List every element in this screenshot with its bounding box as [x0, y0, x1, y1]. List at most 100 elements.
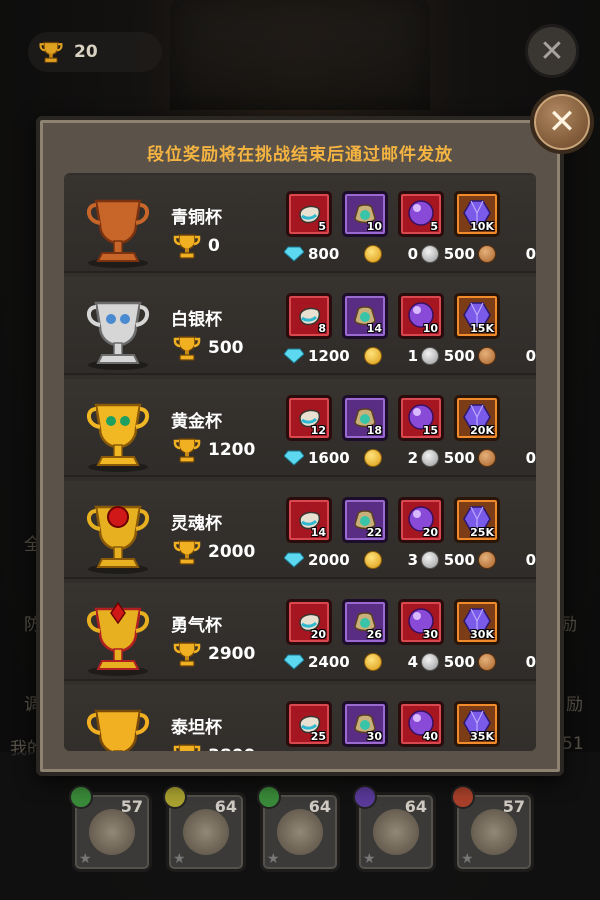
reward-item[interactable]: 20	[286, 599, 332, 645]
star-icon: ★	[173, 851, 186, 867]
reward-item[interactable]: 40	[398, 701, 444, 747]
tier-requirement: 0	[172, 231, 220, 261]
reward-quantity: 15	[422, 424, 438, 437]
hero-slot[interactable]: 57 ★	[451, 785, 534, 872]
reward-item[interactable]: 12	[286, 395, 332, 441]
currency-rewards: 2000 3 500 0	[284, 551, 536, 569]
silver-coin-icon	[421, 245, 439, 263]
trophy-icon	[39, 41, 63, 63]
reward-item[interactable]: 18	[342, 395, 388, 441]
reward-quantity: 30	[366, 730, 382, 743]
trophy-icon	[173, 438, 201, 463]
gold-value: 2	[407, 449, 418, 467]
reward-item[interactable]: 10	[398, 293, 444, 339]
tier-name: 白银杯	[171, 310, 222, 330]
bg-text: 51	[562, 734, 584, 754]
requirement-value: 2900	[208, 644, 256, 664]
reward-item[interactable]: 8	[286, 293, 332, 339]
reward-quantity: 22	[366, 526, 382, 539]
reward-item[interactable]: 20K	[454, 395, 500, 441]
reward-quantity: 8	[318, 322, 326, 335]
reward-item[interactable]: 30	[342, 701, 388, 747]
element-icon	[353, 785, 377, 809]
reward-items: 5 10 5 10K	[286, 191, 500, 237]
bronze-value: 0	[525, 653, 536, 671]
reward-item[interactable]: 22	[342, 497, 388, 543]
soul-cup-icon	[87, 505, 149, 574]
bg-text: 励	[566, 695, 583, 715]
diamond-icon	[284, 552, 304, 568]
reward-item[interactable]: 20	[398, 497, 444, 543]
gold-coin-icon	[364, 551, 382, 569]
reward-item[interactable]: 5	[286, 191, 332, 237]
trophy-icon	[173, 744, 201, 751]
gold-coin-icon	[364, 653, 382, 671]
reward-item[interactable]: 30K	[454, 599, 500, 645]
trophy-icon	[173, 336, 201, 361]
background-close-button[interactable]: ✕	[525, 24, 579, 78]
diamond-icon	[284, 348, 304, 364]
bronze-coin-icon	[478, 245, 496, 263]
reward-quantity: 20K	[470, 424, 494, 437]
tier-row: 勇气杯 2900 20 26 30 30K 2400 4 500 0	[64, 583, 536, 681]
reward-item[interactable]: 10	[342, 191, 388, 237]
silver-coin-icon	[421, 551, 439, 569]
bronze-coin-icon	[478, 653, 496, 671]
bronze-coin-icon	[478, 449, 496, 467]
diamond-value: 2000	[308, 551, 350, 569]
tier-requirement: 2900	[172, 639, 255, 669]
requirement-value: 2000	[208, 542, 256, 562]
tier-requirement: 500	[172, 333, 244, 363]
diamond-value: 2400	[308, 653, 350, 671]
silver-value: 500	[443, 449, 475, 467]
reward-quantity: 14	[366, 322, 382, 335]
silver-coin-icon	[421, 449, 439, 467]
reward-item[interactable]: 30	[398, 599, 444, 645]
bronze-value: 0	[525, 551, 536, 569]
hero-slot[interactable]: 64 ★	[163, 785, 246, 872]
reward-item[interactable]: 5	[398, 191, 444, 237]
currency-rewards: 800 0 500 0	[284, 245, 536, 263]
gold-value: 1	[407, 347, 418, 365]
reward-item[interactable]: 26	[342, 599, 388, 645]
reward-item[interactable]: 14	[342, 293, 388, 339]
tier-list[interactable]: 青铜杯 0 5 10 5 10K 800 0 500 0 白银杯 500 8 14 10 1…	[64, 173, 536, 751]
requirement-value: 500	[208, 338, 244, 358]
reward-item[interactable]: 15	[398, 395, 444, 441]
reward-quantity: 30	[422, 628, 438, 641]
element-icon	[69, 785, 93, 809]
diamond-value: 1200	[308, 347, 350, 365]
bronze-value: 0	[525, 245, 536, 263]
reward-item[interactable]: 35K	[454, 701, 500, 747]
tier-name: 灵魂杯	[171, 514, 222, 534]
reward-quantity: 30K	[470, 628, 494, 641]
close-icon: ✕	[539, 33, 565, 69]
reward-item[interactable]: 14	[286, 497, 332, 543]
reward-item[interactable]: 15K	[454, 293, 500, 339]
reward-item[interactable]: 10K	[454, 191, 500, 237]
reward-quantity: 15K	[470, 322, 494, 335]
requirement-value: 0	[208, 236, 220, 256]
reward-quantity: 18	[366, 424, 382, 437]
star-icon: ★	[267, 851, 280, 867]
hero-slot[interactable]: 57 ★	[69, 785, 152, 872]
tier-name: 泰坦杯	[171, 718, 222, 738]
hero-slot[interactable]: 64 ★	[257, 785, 340, 872]
reward-items: 14 22 20 25K	[286, 497, 500, 543]
hero-level: 57	[502, 797, 525, 816]
diamond-icon	[284, 450, 304, 466]
tier-row: 白银杯 500 8 14 10 15K 1200 1 500 0	[64, 277, 536, 375]
element-icon	[257, 785, 281, 809]
bronze-value: 0	[525, 347, 536, 365]
reward-item[interactable]: 25K	[454, 497, 500, 543]
tier-row: 泰坦杯 3800 25304035K 2800 5 500 0	[64, 685, 536, 751]
reward-quantity: 10K	[470, 220, 494, 233]
gold-coin-icon	[364, 245, 382, 263]
reward-quantity: 20	[422, 526, 438, 539]
reward-item[interactable]: 25	[286, 701, 332, 747]
star-icon: ★	[363, 851, 376, 867]
trophy-icon	[173, 234, 201, 259]
close-button[interactable]: ✕	[530, 90, 594, 154]
reward-quantity: 10	[422, 322, 438, 335]
hero-slot[interactable]: 64 ★	[353, 785, 436, 872]
